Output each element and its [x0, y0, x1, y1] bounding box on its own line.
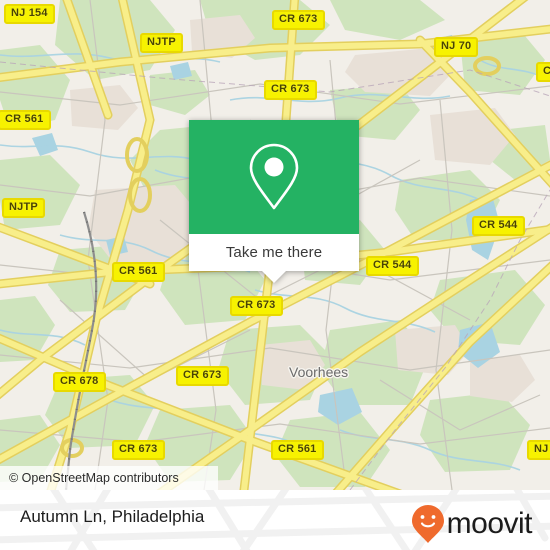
- road-shield[interactable]: CR 561: [0, 110, 51, 130]
- road-shield[interactable]: NJ: [527, 440, 550, 460]
- road-shield[interactable]: CR: [536, 62, 550, 82]
- page-title: Autumn Ln, Philadelphia: [20, 507, 205, 526]
- moovit-logo[interactable]: moovit: [411, 504, 533, 544]
- moovit-pin-smiley-icon: [411, 505, 444, 543]
- map-pin-icon: [249, 143, 299, 210]
- road-shield[interactable]: CR 544: [472, 216, 525, 236]
- take-me-there-button[interactable]: Take me there: [189, 234, 359, 283]
- place-label-voorhees: Voorhees: [289, 364, 349, 380]
- road-shield[interactable]: CR 544: [366, 256, 419, 276]
- popup-pointer-tip: [262, 271, 286, 283]
- road-shield[interactable]: CR 673: [112, 440, 165, 460]
- map-attribution: © OpenStreetMap contributors: [0, 466, 218, 490]
- road-shield[interactable]: CR 673: [176, 366, 229, 386]
- road-shield[interactable]: CR 561: [112, 262, 165, 282]
- moovit-map-screen: NJ 154 NJTP CR 673 NJ 70 CR 673 CR CR 56…: [0, 0, 550, 550]
- road-shield[interactable]: NJ 70: [434, 37, 479, 57]
- location-popup-card[interactable]: Take me there: [189, 120, 359, 283]
- road-shield[interactable]: CR 673: [264, 80, 317, 100]
- map-canvas[interactable]: NJ 154 NJTP CR 673 NJ 70 CR 673 CR CR 56…: [0, 0, 550, 490]
- attribution-text: © OpenStreetMap contributors: [9, 471, 179, 485]
- moovit-wordmark: moovit: [446, 507, 533, 540]
- take-me-there-label: Take me there: [225, 244, 323, 261]
- road-shield[interactable]: CR 673: [230, 296, 283, 316]
- road-shield[interactable]: CR 561: [271, 440, 324, 460]
- popup-header: [189, 120, 359, 234]
- road-shield[interactable]: NJ 154: [4, 4, 55, 24]
- road-shield[interactable]: CR 673: [272, 10, 325, 30]
- road-shield[interactable]: CR 678: [53, 372, 106, 392]
- road-shield[interactable]: NJTP: [2, 198, 45, 218]
- road-shield[interactable]: NJTP: [140, 33, 183, 53]
